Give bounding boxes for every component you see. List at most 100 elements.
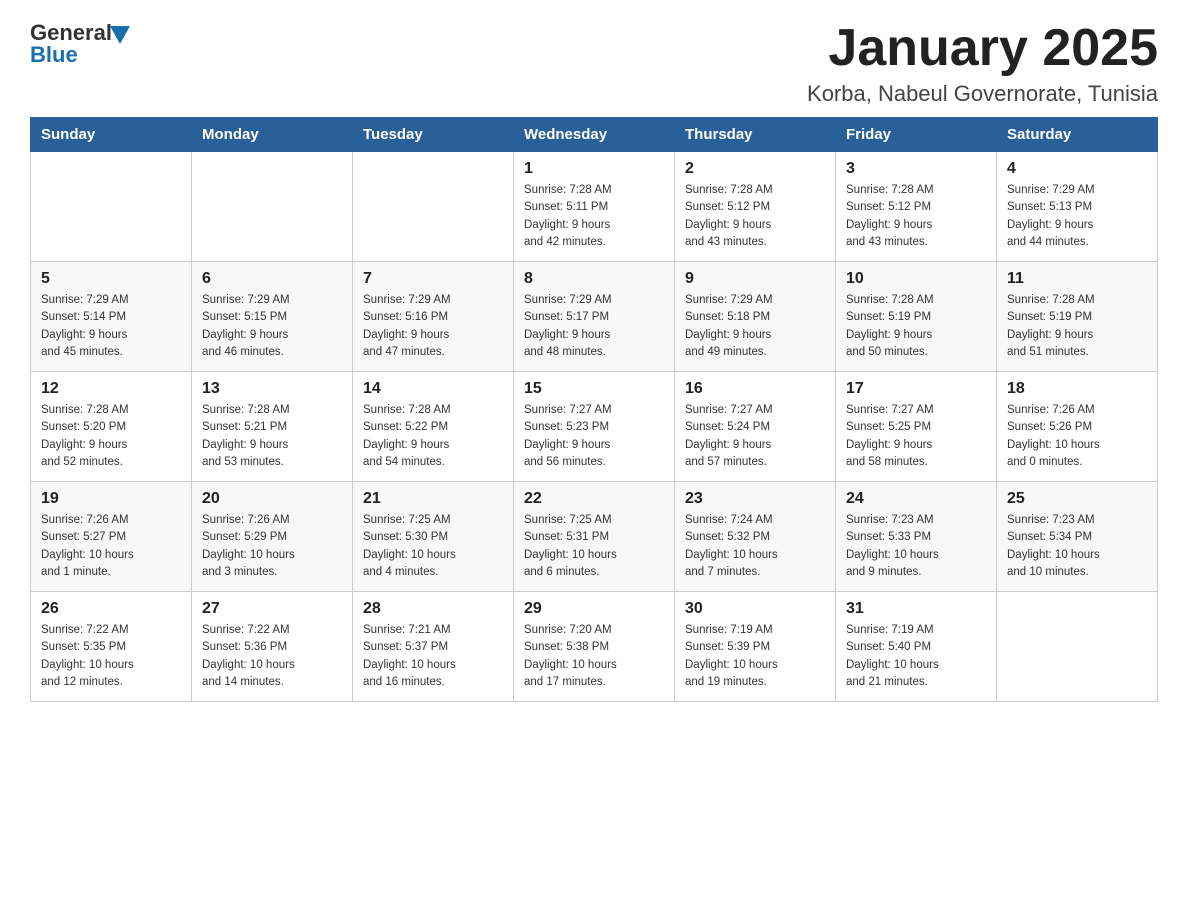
day-number: 3 bbox=[846, 160, 986, 178]
calendar-week-row: 5 Sunrise: 7:29 AMSunset: 5:14 PMDaylight… bbox=[31, 262, 1158, 372]
calendar-week-row: 1 Sunrise: 7:28 AMSunset: 5:11 PMDaylight… bbox=[31, 152, 1158, 262]
calendar-header-row: SundayMondayTuesdayWednesdayThursdayFrid… bbox=[31, 118, 1158, 152]
calendar-day-31: 31 Sunrise: 7:19 AMSunset: 5:40 PMDayligh… bbox=[836, 592, 997, 702]
day-header-sunday: Sunday bbox=[31, 118, 192, 152]
day-number: 10 bbox=[846, 270, 986, 288]
calendar-day-6: 6Sunrise: 7:29 AMSunset: 5:15 PMDaylight… bbox=[192, 262, 353, 372]
day-number: 18 bbox=[1007, 380, 1147, 398]
day-number: 8 bbox=[524, 270, 664, 288]
day-info: Sunrise: 7:27 AMSunset: 5:23 PMDaylight:… bbox=[524, 402, 664, 471]
day-info: Sunrise: 7:23 AMSunset: 5:34 PMDaylight:… bbox=[1007, 512, 1147, 581]
logo-triangle-icon bbox=[110, 26, 130, 44]
day-info: Sunrise: 7:23 AMSunset: 5:33 PMDaylight:… bbox=[846, 512, 986, 581]
day-info: Sunrise: 7:19 AMSunset: 5:40 PMDaylight:… bbox=[846, 622, 986, 691]
calendar-day-14: 14Sunrise: 7:28 AMSunset: 5:22 PMDayligh… bbox=[353, 372, 514, 482]
day-number: 19 bbox=[41, 490, 181, 508]
day-info: Sunrise: 7:26 AMSunset: 5:27 PMDaylight:… bbox=[41, 512, 181, 581]
day-info: Sunrise: 7:29 AMSunset: 5:18 PMDaylight:… bbox=[685, 292, 825, 361]
day-number: 1 bbox=[524, 160, 664, 178]
day-number: 2 bbox=[685, 160, 825, 178]
calendar-day-1: 1 Sunrise: 7:28 AMSunset: 5:11 PMDaylight… bbox=[514, 152, 675, 262]
day-info: Sunrise: 7:26 AMSunset: 5:26 PMDaylight:… bbox=[1007, 402, 1147, 471]
calendar-day-9: 9 Sunrise: 7:29 AMSunset: 5:18 PMDaylight… bbox=[675, 262, 836, 372]
calendar-day-25: 25 Sunrise: 7:23 AMSunset: 5:34 PMDayligh… bbox=[997, 482, 1158, 592]
calendar-table: SundayMondayTuesdayWednesdayThursdayFrid… bbox=[30, 117, 1158, 702]
day-number: 17 bbox=[846, 380, 986, 398]
day-number: 15 bbox=[524, 380, 664, 398]
day-number: 16 bbox=[685, 380, 825, 398]
day-info: Sunrise: 7:29 AMSunset: 5:13 PMDaylight:… bbox=[1007, 182, 1147, 251]
calendar-day-16: 16 Sunrise: 7:27 AMSunset: 5:24 PMDayligh… bbox=[675, 372, 836, 482]
day-number: 22 bbox=[524, 490, 664, 508]
day-number: 25 bbox=[1007, 490, 1147, 508]
calendar-day-30: 30Sunrise: 7:19 AMSunset: 5:39 PMDayligh… bbox=[675, 592, 836, 702]
day-info: Sunrise: 7:29 AMSunset: 5:17 PMDaylight:… bbox=[524, 292, 664, 361]
calendar-day-19: 19 Sunrise: 7:26 AMSunset: 5:27 PMDayligh… bbox=[31, 482, 192, 592]
calendar-day-26: 26 Sunrise: 7:22 AMSunset: 5:35 PMDayligh… bbox=[31, 592, 192, 702]
day-number: 20 bbox=[202, 490, 342, 508]
calendar-day-17: 17 Sunrise: 7:27 AMSunset: 5:25 PMDayligh… bbox=[836, 372, 997, 482]
calendar-day-27: 27 Sunrise: 7:22 AMSunset: 5:36 PMDayligh… bbox=[192, 592, 353, 702]
day-header-tuesday: Tuesday bbox=[353, 118, 514, 152]
calendar-day-22: 22 Sunrise: 7:25 AMSunset: 5:31 PMDayligh… bbox=[514, 482, 675, 592]
location-subtitle: Korba, Nabeul Governorate, Tunisia bbox=[807, 81, 1158, 107]
day-info: Sunrise: 7:29 AMSunset: 5:14 PMDaylight:… bbox=[41, 292, 181, 361]
day-number: 30 bbox=[685, 600, 825, 618]
calendar-day-10: 10 Sunrise: 7:28 AMSunset: 5:19 PMDayligh… bbox=[836, 262, 997, 372]
calendar-empty-cell bbox=[353, 152, 514, 262]
day-info: Sunrise: 7:24 AMSunset: 5:32 PMDaylight:… bbox=[685, 512, 825, 581]
day-info: Sunrise: 7:22 AMSunset: 5:35 PMDaylight:… bbox=[41, 622, 181, 691]
calendar-day-29: 29 Sunrise: 7:20 AMSunset: 5:38 PMDayligh… bbox=[514, 592, 675, 702]
day-info: Sunrise: 7:28 AMSunset: 5:19 PMDaylight:… bbox=[846, 292, 986, 361]
day-number: 24 bbox=[846, 490, 986, 508]
day-info: Sunrise: 7:22 AMSunset: 5:36 PMDaylight:… bbox=[202, 622, 342, 691]
day-number: 11 bbox=[1007, 270, 1147, 288]
day-header-wednesday: Wednesday bbox=[514, 118, 675, 152]
day-number: 5 bbox=[41, 270, 181, 288]
day-header-friday: Friday bbox=[836, 118, 997, 152]
calendar-day-18: 18 Sunrise: 7:26 AMSunset: 5:26 PMDayligh… bbox=[997, 372, 1158, 482]
day-header-monday: Monday bbox=[192, 118, 353, 152]
day-number: 26 bbox=[41, 600, 181, 618]
day-info: Sunrise: 7:28 AMSunset: 5:19 PMDaylight:… bbox=[1007, 292, 1147, 361]
day-info: Sunrise: 7:27 AMSunset: 5:24 PMDaylight:… bbox=[685, 402, 825, 471]
day-number: 12 bbox=[41, 380, 181, 398]
month-title: January 2025 bbox=[807, 20, 1158, 77]
calendar-day-3: 3 Sunrise: 7:28 AMSunset: 5:12 PMDaylight… bbox=[836, 152, 997, 262]
day-number: 29 bbox=[524, 600, 664, 618]
day-number: 27 bbox=[202, 600, 342, 618]
calendar-day-21: 21 Sunrise: 7:25 AMSunset: 5:30 PMDayligh… bbox=[353, 482, 514, 592]
day-info: Sunrise: 7:28 AMSunset: 5:11 PMDaylight:… bbox=[524, 182, 664, 251]
day-info: Sunrise: 7:28 AMSunset: 5:12 PMDaylight:… bbox=[685, 182, 825, 251]
day-info: Sunrise: 7:29 AMSunset: 5:16 PMDaylight:… bbox=[363, 292, 503, 361]
day-info: Sunrise: 7:27 AMSunset: 5:25 PMDaylight:… bbox=[846, 402, 986, 471]
day-number: 28 bbox=[363, 600, 503, 618]
day-info: Sunrise: 7:25 AMSunset: 5:30 PMDaylight:… bbox=[363, 512, 503, 581]
logo-blue-text: Blue bbox=[30, 42, 78, 68]
calendar-day-12: 12Sunrise: 7:28 AMSunset: 5:20 PMDayligh… bbox=[31, 372, 192, 482]
title-block: January 2025 Korba, Nabeul Governorate, … bbox=[807, 20, 1158, 107]
calendar-day-20: 20Sunrise: 7:26 AMSunset: 5:29 PMDayligh… bbox=[192, 482, 353, 592]
day-number: 21 bbox=[363, 490, 503, 508]
day-info: Sunrise: 7:21 AMSunset: 5:37 PMDaylight:… bbox=[363, 622, 503, 691]
day-number: 31 bbox=[846, 600, 986, 618]
calendar-day-15: 15 Sunrise: 7:27 AMSunset: 5:23 PMDayligh… bbox=[514, 372, 675, 482]
day-number: 9 bbox=[685, 270, 825, 288]
calendar-day-7: 7Sunrise: 7:29 AMSunset: 5:16 PMDaylight… bbox=[353, 262, 514, 372]
calendar-day-4: 4Sunrise: 7:29 AMSunset: 5:13 PMDaylight… bbox=[997, 152, 1158, 262]
calendar-day-24: 24 Sunrise: 7:23 AMSunset: 5:33 PMDayligh… bbox=[836, 482, 997, 592]
calendar-day-23: 23Sunrise: 7:24 AMSunset: 5:32 PMDayligh… bbox=[675, 482, 836, 592]
calendar-week-row: 12Sunrise: 7:28 AMSunset: 5:20 PMDayligh… bbox=[31, 372, 1158, 482]
day-info: Sunrise: 7:28 AMSunset: 5:21 PMDaylight:… bbox=[202, 402, 342, 471]
calendar-day-28: 28 Sunrise: 7:21 AMSunset: 5:37 PMDayligh… bbox=[353, 592, 514, 702]
calendar-week-row: 19 Sunrise: 7:26 AMSunset: 5:27 PMDayligh… bbox=[31, 482, 1158, 592]
day-header-thursday: Thursday bbox=[675, 118, 836, 152]
day-info: Sunrise: 7:20 AMSunset: 5:38 PMDaylight:… bbox=[524, 622, 664, 691]
day-info: Sunrise: 7:25 AMSunset: 5:31 PMDaylight:… bbox=[524, 512, 664, 581]
calendar-empty-cell bbox=[31, 152, 192, 262]
day-info: Sunrise: 7:28 AMSunset: 5:12 PMDaylight:… bbox=[846, 182, 986, 251]
logo: General Blue bbox=[30, 20, 130, 68]
calendar-week-row: 26 Sunrise: 7:22 AMSunset: 5:35 PMDayligh… bbox=[31, 592, 1158, 702]
calendar-day-5: 5 Sunrise: 7:29 AMSunset: 5:14 PMDaylight… bbox=[31, 262, 192, 372]
day-number: 14 bbox=[363, 380, 503, 398]
